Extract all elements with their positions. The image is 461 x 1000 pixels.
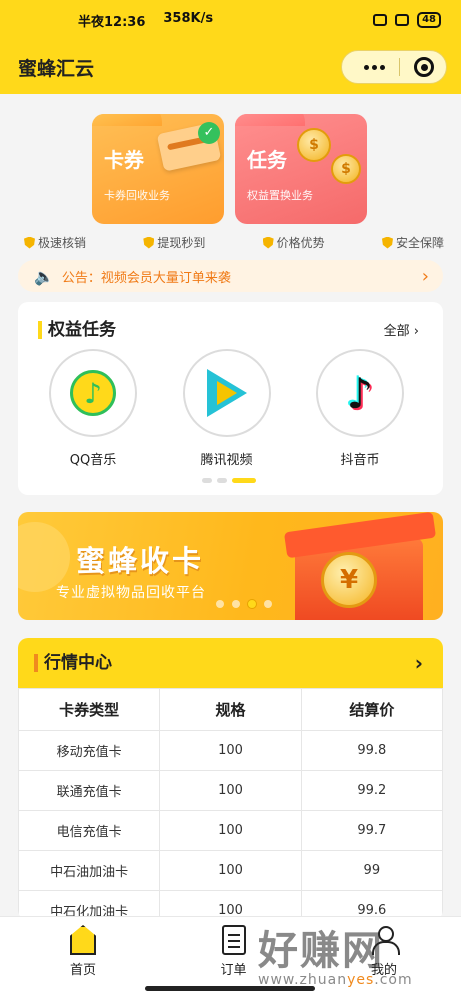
more-icon[interactable]	[364, 64, 385, 70]
price-table: 卡券类型 规格 结算价 移动充值卡 100 99.8 联通充值卡 100 99.…	[18, 688, 443, 920]
mini-program-capsule	[341, 50, 447, 84]
table-cell: 100	[159, 770, 302, 811]
douyin-icon: ♪	[346, 368, 374, 418]
app-header: 蜜蜂汇云	[0, 40, 461, 94]
market-header[interactable]: 行情中心 ›	[18, 638, 443, 688]
table-row: 移动充值卡 100 99.8	[18, 730, 443, 771]
app-item-tencent-video[interactable]: 腾讯视频	[182, 349, 272, 468]
voucher-card-subtitle: 卡券回收业务	[104, 189, 170, 202]
signal-icon	[373, 14, 388, 26]
battery-icon: 48	[417, 12, 441, 28]
table-row: 中石油加油卡 100 99	[18, 850, 443, 891]
view-all-link[interactable]: 全部 ›	[384, 320, 419, 339]
shield-icon	[24, 236, 35, 249]
task-card[interactable]: $ $ 任务 权益置换业务	[235, 114, 367, 224]
wifi-icon	[395, 14, 410, 26]
badge-item: 价格优势	[262, 234, 325, 251]
tencent-video-icon	[206, 369, 247, 417]
table-cell: 99.7	[300, 810, 443, 851]
announcement-text: 公告：视频会员大量订单来袭	[61, 270, 231, 286]
badge-label: 安全保障	[395, 236, 444, 250]
status-bar: 半夜12:36 358K/s 48	[0, 0, 461, 40]
table-cell: 100	[159, 810, 302, 851]
chevron-right-icon: ›	[421, 265, 429, 287]
app-label: QQ音乐	[69, 453, 117, 468]
table-cell: 中石油加油卡	[18, 850, 161, 891]
pager-indicator	[202, 478, 256, 483]
shield-icon	[143, 236, 155, 249]
chevron-right-icon: ›	[413, 324, 419, 339]
badge-item: 提现秒到	[143, 234, 205, 251]
tab-label: 我的	[370, 963, 397, 978]
home-icon	[70, 925, 96, 955]
market-center: 行情中心 › 卡券类型 规格 结算价 移动充值卡 100 99.8 联通充值卡 …	[18, 638, 443, 920]
tab-label: 订单	[220, 963, 247, 978]
tab-home[interactable]: 首页	[58, 917, 108, 1000]
app-item-qq-music[interactable]: ♪ QQ音乐	[48, 349, 138, 468]
table-cell: 99.8	[300, 730, 443, 771]
shield-icon	[262, 236, 274, 249]
announcement-bar[interactable]: 🔈 公告：视频会员大量订单来袭 ›	[18, 260, 443, 292]
app-label: 腾讯视频	[200, 453, 253, 468]
table-row: 联通充值卡 100 99.2	[18, 770, 443, 811]
banner-title: 蜜蜂收卡	[76, 544, 205, 578]
qq-music-icon: ♪	[70, 370, 116, 416]
promo-banner[interactable]: 蜜蜂收卡 专业虚拟物品回收平台 ¥	[18, 512, 443, 620]
tab-label: 首页	[69, 963, 96, 978]
badge-item: 安全保障	[381, 234, 444, 251]
table-cell: 移动充值卡	[18, 730, 161, 771]
order-list-icon	[221, 925, 246, 955]
badge-label: 价格优势	[276, 236, 325, 250]
view-all-label: 全部	[383, 324, 410, 339]
section-title: 权益任务	[38, 320, 116, 339]
badge-label: 极速核销	[38, 236, 87, 250]
voucher-card[interactable]: ✓ 卡券 卡券回收业务	[92, 114, 224, 224]
gesture-bar	[145, 986, 315, 991]
capsule-divider	[399, 58, 400, 76]
chevron-right-icon: ›	[414, 651, 423, 675]
status-speed: 358K/s	[163, 10, 214, 26]
badge-item: 极速核销	[24, 234, 86, 251]
app-item-douyin[interactable]: ♪ 抖音币	[315, 349, 405, 468]
table-cell: 99	[300, 850, 443, 891]
shield-icon	[381, 236, 393, 249]
rights-tasks-panel: 权益任务 全部 › ♪ QQ音乐 腾讯视频 ♪ 抖音币	[18, 302, 443, 495]
section-title: 行情中心	[34, 654, 112, 672]
column-header: 卡券类型	[18, 688, 161, 731]
status-time: 半夜12:36	[78, 14, 146, 30]
user-icon	[370, 925, 400, 955]
table-cell: 99.2	[300, 770, 443, 811]
table-cell: 电信充值卡	[18, 810, 161, 851]
banner-subtitle: 专业虚拟物品回收平台	[56, 585, 206, 601]
badge-label: 提现秒到	[157, 236, 206, 250]
task-card-subtitle: 权益置换业务	[247, 189, 313, 202]
banner-pager-indicator	[216, 600, 272, 608]
page-title: 蜜蜂汇云	[18, 57, 95, 80]
close-target-icon[interactable]	[414, 57, 434, 77]
table-header-row: 卡券类型 规格 结算价	[18, 688, 443, 731]
column-header: 规格	[159, 688, 302, 731]
yuan-coin-icon: ¥	[321, 552, 377, 608]
guarantee-badges: 极速核销 提现秒到 价格优势 安全保障	[24, 234, 444, 251]
tab-mine[interactable]: 我的	[359, 917, 409, 1000]
table-cell: 100	[159, 730, 302, 771]
check-icon: ✓	[198, 122, 220, 144]
table-row: 电信充值卡 100 99.7	[18, 810, 443, 851]
table-cell: 100	[159, 850, 302, 891]
app-label: 抖音币	[340, 453, 380, 468]
task-card-title: 任务	[247, 148, 287, 172]
table-cell: 联通充值卡	[18, 770, 161, 811]
voucher-card-title: 卡券	[104, 148, 144, 172]
column-header: 结算价	[300, 688, 443, 731]
speaker-icon: 🔈	[34, 266, 54, 286]
